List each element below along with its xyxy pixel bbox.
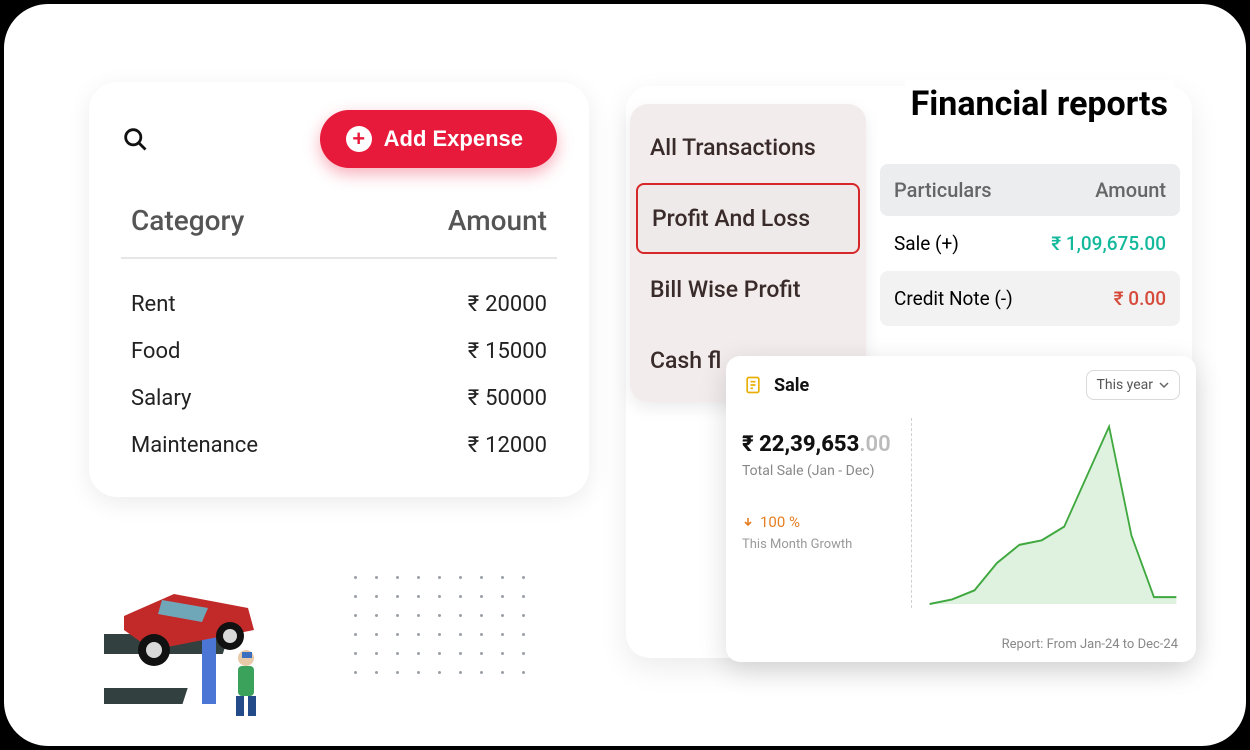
row-amount: ₹12000 xyxy=(468,433,547,458)
receipt-icon xyxy=(742,374,764,396)
reports-title: Financial reports xyxy=(905,80,1174,128)
sidebar-item-profit-and-loss[interactable]: Profit And Loss xyxy=(636,183,860,254)
table-row: Maintenance ₹12000 xyxy=(131,422,547,469)
row-value: ₹ 1,09,675.00 xyxy=(1051,232,1166,255)
table-row: Food ₹15000 xyxy=(131,328,547,375)
arrow-down-icon xyxy=(742,516,754,528)
growth-row: 100 % xyxy=(742,513,911,531)
growth-pct: 100 % xyxy=(760,513,800,531)
sale-title-wrap: Sale xyxy=(742,374,809,396)
total-sale-value: ₹ 22,39,653.00 xyxy=(742,432,911,457)
period-select[interactable]: This year xyxy=(1086,370,1181,400)
sale-body: ₹ 22,39,653.00 Total Sale (Jan - Dec) 10… xyxy=(742,418,1180,608)
row-amount: ₹20000 xyxy=(468,292,547,317)
expense-toolbar: + Add Expense xyxy=(121,102,557,186)
add-expense-button[interactable]: + Add Expense xyxy=(320,110,557,168)
header-amount: Amount xyxy=(448,204,547,237)
header-category: Category xyxy=(131,204,244,237)
decorative-dots xyxy=(354,576,525,674)
row-label: Food xyxy=(131,339,180,364)
area-chart xyxy=(926,418,1180,608)
row-label: Rent xyxy=(131,292,176,317)
table-row: Rent ₹20000 xyxy=(131,281,547,328)
sale-title: Sale xyxy=(774,375,809,396)
report-range: Report: From Jan-24 to Dec-24 xyxy=(1002,637,1178,652)
row-label: Salary xyxy=(131,386,191,411)
sale-card: Sale This year ₹ 22,39,653.00 Total Sale… xyxy=(726,356,1196,662)
car-repair-illustration xyxy=(104,564,284,724)
row-label: Sale (+) xyxy=(894,232,959,255)
row-amount: ₹50000 xyxy=(468,386,547,411)
total-sale-subtitle: Total Sale (Jan - Dec) xyxy=(742,463,911,479)
row-label: Maintenance xyxy=(131,433,258,458)
period-label: This year xyxy=(1097,377,1154,393)
sale-card-header: Sale This year xyxy=(742,370,1180,400)
expense-card: + Add Expense Category Amount Rent ₹2000… xyxy=(89,82,589,497)
reports-panel: Financial reports All Transactions Profi… xyxy=(626,86,1192,658)
sidebar-item-bill-wise-profit[interactable]: Bill Wise Profit xyxy=(630,254,866,325)
chevron-down-icon xyxy=(1159,380,1169,390)
row-amount: ₹15000 xyxy=(468,339,547,364)
row-value: ₹ 0.00 xyxy=(1114,287,1166,310)
row-label: Credit Note (-) xyxy=(894,287,1013,310)
particulars-header: Particulars Amount xyxy=(880,164,1180,216)
table-row: Sale (+) ₹ 1,09,675.00 xyxy=(880,216,1180,271)
expense-table-header: Category Amount xyxy=(121,186,557,259)
header-amount: Amount xyxy=(1095,178,1166,202)
sidebar-item-all-transactions[interactable]: All Transactions xyxy=(630,112,866,183)
header-particulars: Particulars xyxy=(894,178,992,202)
growth-label: This Month Growth xyxy=(742,537,911,552)
add-expense-label: Add Expense xyxy=(384,126,523,152)
particulars-table: Particulars Amount Sale (+) ₹ 1,09,675.0… xyxy=(880,164,1180,326)
search-icon[interactable] xyxy=(121,125,149,153)
app-window: + Add Expense Category Amount Rent ₹2000… xyxy=(0,0,1250,750)
expense-table-body: Rent ₹20000 Food ₹15000 Salary ₹50000 Ma… xyxy=(121,259,557,469)
sale-chart xyxy=(912,418,1180,608)
table-row: Salary ₹50000 xyxy=(131,375,547,422)
sale-summary: ₹ 22,39,653.00 Total Sale (Jan - Dec) 10… xyxy=(742,418,912,608)
table-row: Credit Note (-) ₹ 0.00 xyxy=(880,271,1180,326)
plus-icon: + xyxy=(346,126,372,152)
